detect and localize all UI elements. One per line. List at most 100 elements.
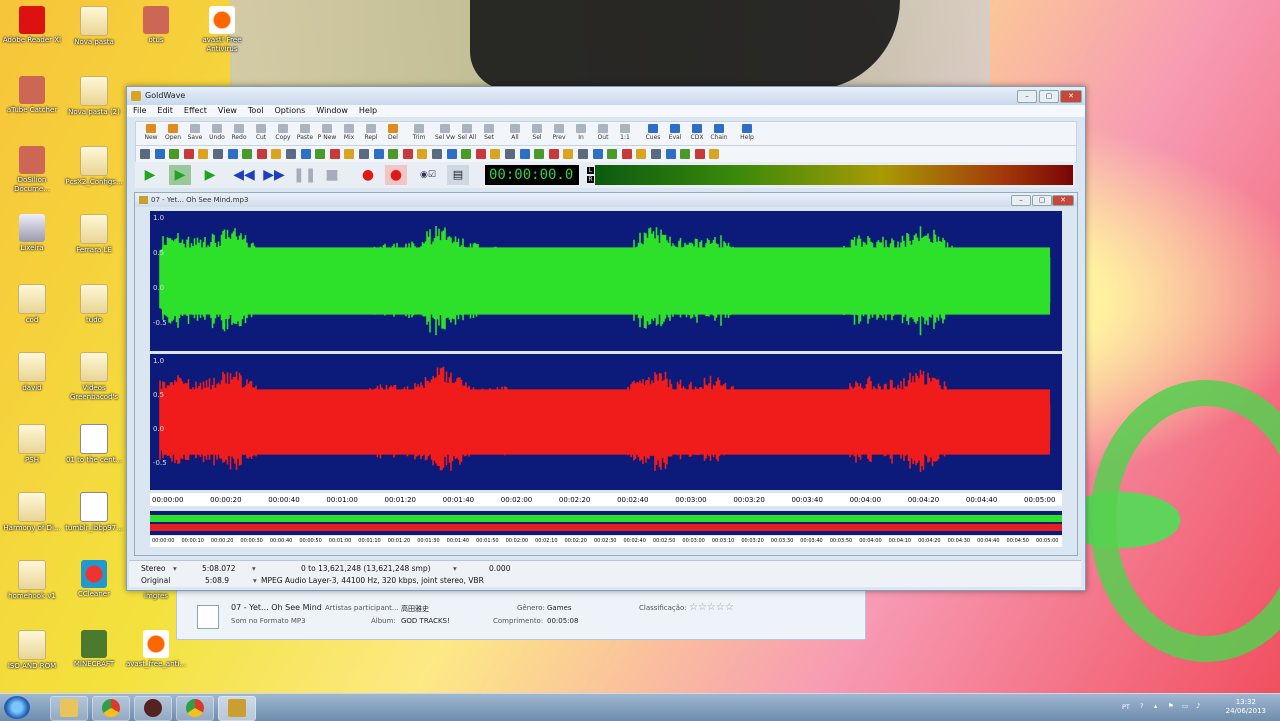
menu-item[interactable]: Edit	[151, 105, 178, 115]
status-channel[interactable]: Stereo	[141, 564, 165, 573]
toolbar-button[interactable]: In	[570, 123, 592, 144]
desktop-icon[interactable]: Ferrara LE	[62, 214, 126, 255]
effect-tool-icon[interactable]	[183, 149, 194, 159]
toolbar-button[interactable]: Mix	[338, 123, 360, 144]
toolbar-button[interactable]: Save	[184, 123, 206, 144]
left-channel-waveform[interactable]	[150, 211, 1062, 351]
sound-title-bar[interactable]: 07 - Yet... Oh See Mind.mp3 – ▢ ✕	[135, 193, 1077, 207]
taskbar-chrome-2[interactable]	[176, 696, 214, 721]
effect-tool-icon[interactable]	[227, 149, 238, 159]
desktop-icon[interactable]: david	[0, 352, 64, 393]
effect-tool-icon[interactable]	[680, 149, 691, 159]
effect-tool-icon[interactable]	[198, 149, 209, 159]
toolbar-button[interactable]: Help	[736, 123, 758, 144]
desktop-icon[interactable]: DoSilion Docume...	[0, 146, 64, 194]
sound-close-button[interactable]: ✕	[1052, 195, 1074, 206]
taskbar-goldwave[interactable]	[218, 696, 256, 721]
desktop-icon[interactable]: otus	[124, 6, 188, 45]
play-button[interactable]: ▶	[139, 165, 161, 185]
record-selection-button[interactable]: ●	[385, 165, 407, 185]
toolbar-button[interactable]: CDX	[686, 123, 708, 144]
play-selection-button[interactable]: ▶	[169, 165, 191, 185]
toolbar-button[interactable]: Set	[478, 123, 500, 144]
menu-item[interactable]: Help	[353, 105, 382, 115]
status-length-dropdown-icon[interactable]: ▾	[252, 564, 256, 573]
status-format-dropdown-icon[interactable]: ▾	[253, 576, 257, 585]
desktop-icon[interactable]: ISO AND ROM	[0, 630, 64, 671]
desktop-icon[interactable]: PSH	[0, 424, 64, 465]
desktop-icon[interactable]: Harmony of Di...	[0, 492, 64, 533]
tray-clock[interactable]: 13:32 24/06/2013	[1226, 698, 1266, 716]
record-button[interactable]: ●	[357, 165, 379, 185]
desktop-icon[interactable]: cod	[0, 284, 64, 325]
stop-button[interactable]: ■	[321, 165, 343, 185]
taskbar-app[interactable]	[134, 696, 172, 721]
effect-tool-icon[interactable]	[665, 149, 676, 159]
desktop-icon[interactable]: aTube Catcher	[0, 76, 64, 115]
effect-tool-icon[interactable]	[271, 149, 282, 159]
effect-tool-icon[interactable]	[548, 149, 559, 159]
toolbar-button[interactable]: Sel All	[456, 123, 478, 144]
effect-tool-icon[interactable]	[402, 149, 413, 159]
desktop-icon[interactable]: avast! Free Antivirus	[190, 6, 254, 54]
effect-tool-icon[interactable]	[140, 149, 150, 159]
maximize-button[interactable]: ▢	[1039, 90, 1059, 103]
right-channel-waveform[interactable]	[150, 354, 1062, 490]
sound-maximize-button[interactable]: ▢	[1032, 195, 1052, 206]
control-properties-button[interactable]: ▤	[447, 165, 469, 185]
effect-tool-icon[interactable]	[286, 149, 296, 159]
effect-tool-icon[interactable]	[388, 149, 399, 159]
effect-tool-icon[interactable]	[621, 149, 632, 159]
desktop-icon[interactable]: CCleaner	[62, 560, 126, 599]
tray-volume-icon[interactable]: ♪	[1196, 702, 1200, 710]
toolbar-button[interactable]: Copy	[272, 123, 294, 144]
effect-tool-icon[interactable]	[475, 149, 486, 159]
effect-tool-icon[interactable]	[154, 149, 165, 159]
status-channel-dropdown-icon[interactable]: ▾	[173, 564, 177, 573]
desktop-icon[interactable]: MINECRAFT	[62, 630, 126, 669]
effect-tool-icon[interactable]	[490, 149, 501, 159]
toolbar-button[interactable]: Del	[382, 123, 404, 144]
monitor-checkbox[interactable]: ◉☑	[417, 165, 439, 185]
effect-tool-icon[interactable]	[592, 149, 603, 159]
desktop-icon[interactable]: Videos Greenbacod's	[62, 352, 126, 402]
desktop-icon[interactable]: homehook v1	[0, 560, 64, 601]
toolbar-button[interactable]: Undo	[206, 123, 228, 144]
rating-stars[interactable]: ☆☆☆☆☆	[689, 602, 734, 613]
tray-language[interactable]: PT	[1122, 703, 1130, 711]
pause-button[interactable]: ❚❚	[293, 165, 316, 185]
effect-tool-icon[interactable]	[242, 149, 253, 159]
effect-tool-icon[interactable]	[432, 149, 442, 159]
tray-arrow-icon[interactable]: ▴	[1154, 702, 1157, 710]
effect-tool-icon[interactable]	[315, 149, 326, 159]
menu-item[interactable]: Options	[268, 105, 310, 115]
effect-tool-icon[interactable]	[300, 149, 311, 159]
toolbar-button[interactable]: New	[140, 123, 162, 144]
toolbar-button[interactable]: Paste	[294, 123, 316, 144]
play-from-button[interactable]: ▶	[199, 165, 221, 185]
toolbar-button[interactable]: Open	[162, 123, 184, 144]
fast-forward-button[interactable]: ▶▶	[263, 165, 285, 185]
effect-tool-icon[interactable]	[373, 149, 384, 159]
tray-flag-icon[interactable]: ⚑	[1168, 702, 1174, 710]
toolbar-button[interactable]: 1:1	[614, 123, 636, 144]
toolbar-button[interactable]: Trim	[408, 123, 430, 144]
desktop-icon[interactable]: tumblr_lbbp97...	[62, 492, 126, 533]
taskbar-explorer[interactable]	[50, 696, 88, 721]
toolbar-button[interactable]: Eval	[664, 123, 686, 144]
effect-tool-icon[interactable]	[651, 149, 661, 159]
toolbar-button[interactable]: Cues	[642, 123, 664, 144]
menu-item[interactable]: File	[127, 105, 151, 115]
toolbar-button[interactable]: Sel	[526, 123, 548, 144]
effect-tool-icon[interactable]	[169, 149, 180, 159]
tray-help-icon[interactable]: ?	[1140, 702, 1143, 710]
rewind-button[interactable]: ◀◀	[233, 165, 255, 185]
effect-tool-icon[interactable]	[534, 149, 545, 159]
desktop-icon[interactable]: tudo	[62, 284, 126, 325]
effect-tool-icon[interactable]	[563, 149, 574, 159]
toolbar-button[interactable]: Cut	[250, 123, 272, 144]
effect-tool-icon[interactable]	[417, 149, 428, 159]
effect-tool-icon[interactable]	[344, 149, 355, 159]
desktop-icon[interactable]: 01 to the cent...	[62, 424, 126, 465]
toolbar-button[interactable]: P New	[316, 123, 338, 144]
